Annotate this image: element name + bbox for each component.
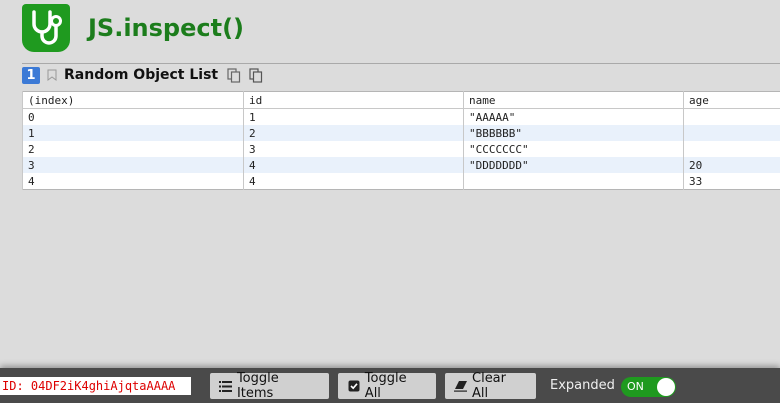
column-header[interactable]: (index) <box>22 91 244 109</box>
table-row: 4 4 33 <box>22 173 780 190</box>
footer-toolbar: ID: 04DF2iK4ghiAjqtaAAAA Toggle Items To… <box>0 368 780 403</box>
copy-icon[interactable] <box>248 67 264 83</box>
toggle-items-label: Toggle Items <box>236 371 279 401</box>
expanded-label: Expanded <box>550 378 615 393</box>
age-cell: 20 <box>683 157 780 173</box>
id-cell: 4 <box>243 157 464 173</box>
checkbox-icon <box>347 379 361 393</box>
name-cell <box>463 173 684 190</box>
app-title: JS.inspect() <box>88 14 245 42</box>
index-cell: 1 <box>22 125 244 141</box>
id-cell: 3 <box>243 141 464 157</box>
column-header[interactable]: id <box>243 91 464 109</box>
index-cell: 2 <box>22 141 244 157</box>
id-cell: 4 <box>243 173 464 190</box>
section-divider <box>22 63 780 64</box>
copy-icon[interactable] <box>226 67 242 83</box>
app-header: JS.inspect() <box>22 4 244 52</box>
object-table: (index) id name age 0 1 "AAAAA" 1 2 "BBB… <box>22 91 780 190</box>
toggle-items-button[interactable]: Toggle Items <box>210 371 329 401</box>
clear-all-button[interactable]: Clear All <box>445 371 536 401</box>
session-id-field[interactable]: ID: 04DF2iK4ghiAjqtaAAAA <box>0 377 191 395</box>
age-cell <box>683 108 780 125</box>
toggle-state-label: ON <box>627 380 644 393</box>
table-header-row: (index) id name age <box>22 91 780 109</box>
table-row: 3 4 "DDDDDDD" 20 <box>22 157 780 173</box>
name-cell: "CCCCCCC" <box>463 141 684 157</box>
bookmark-icon[interactable] <box>46 68 58 82</box>
name-cell: "AAAAA" <box>463 108 684 125</box>
list-icon <box>219 379 233 393</box>
name-cell: "DDDDDDD" <box>463 157 684 173</box>
column-header[interactable]: age <box>683 91 780 109</box>
toggle-all-button[interactable]: Toggle All <box>338 371 436 401</box>
clear-all-label: Clear All <box>472 371 506 401</box>
age-cell <box>683 141 780 157</box>
toggle-knob <box>657 378 675 396</box>
expanded-toggle[interactable]: ON <box>621 377 676 397</box>
age-cell: 33 <box>683 173 780 190</box>
table-row: 0 1 "AAAAA" <box>22 108 780 125</box>
table-row: 2 3 "CCCCCCC" <box>22 141 780 157</box>
id-cell: 1 <box>243 108 464 125</box>
column-header[interactable]: name <box>463 91 684 109</box>
section-index-badge: 1 <box>22 66 40 84</box>
index-cell: 3 <box>22 157 244 173</box>
index-cell: 0 <box>22 108 244 125</box>
id-cell: 2 <box>243 125 464 141</box>
toggle-all-label: Toggle All <box>364 371 407 401</box>
section-title: Random Object List <box>64 67 219 83</box>
stethoscope-icon <box>22 4 70 52</box>
section-header: 1 Random Object List <box>22 66 264 84</box>
eraser-icon <box>454 379 468 393</box>
table-row: 1 2 "BBBBBB" <box>22 125 780 141</box>
age-cell <box>683 125 780 141</box>
index-cell: 4 <box>22 173 244 190</box>
name-cell: "BBBBBB" <box>463 125 684 141</box>
